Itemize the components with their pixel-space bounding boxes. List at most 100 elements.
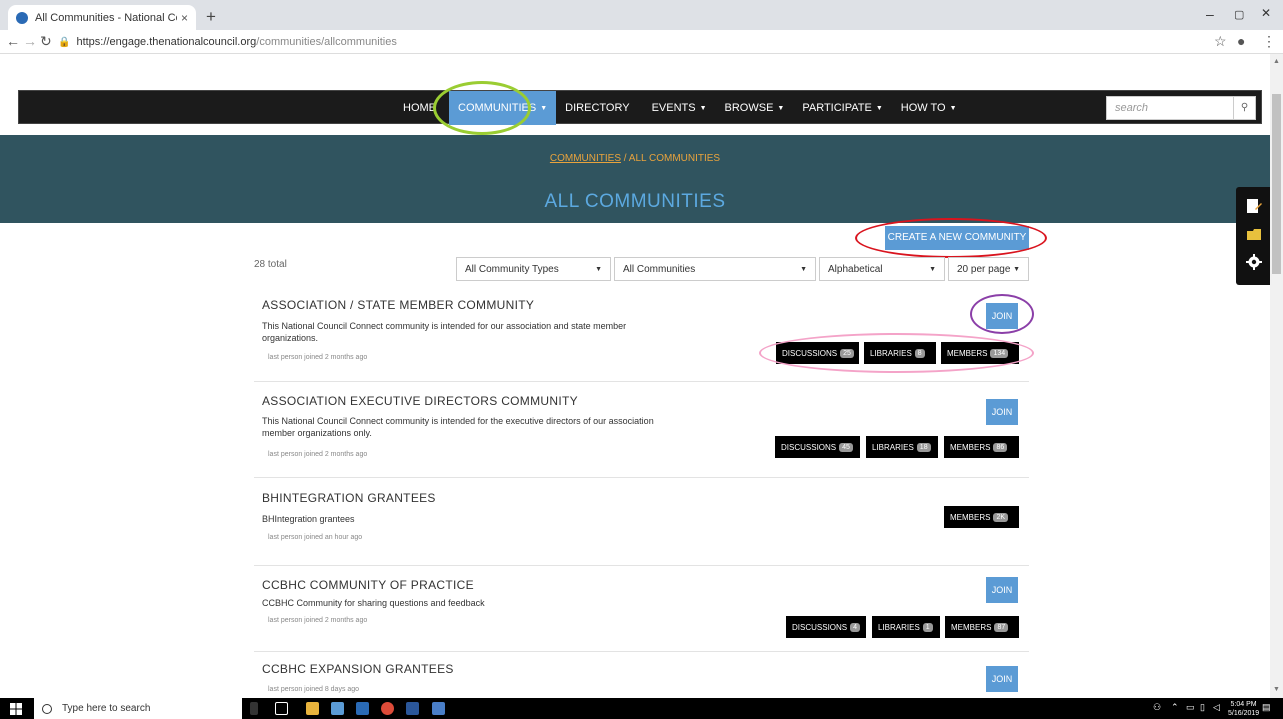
file-explorer-icon[interactable] bbox=[306, 702, 319, 715]
scroll-down-icon[interactable]: ▼ bbox=[1273, 686, 1280, 693]
edit-note-icon[interactable] bbox=[1245, 197, 1263, 215]
microphone-icon[interactable] bbox=[250, 702, 258, 715]
nav-label: PARTICIPATE bbox=[802, 102, 872, 114]
people-icon[interactable]: ⚇ bbox=[1153, 702, 1161, 713]
dropdown-arrow-icon: ▼ bbox=[595, 265, 602, 273]
search-icon[interactable]: ⚲ bbox=[1233, 97, 1255, 119]
clock-date: 5/16/2019 bbox=[1228, 710, 1260, 717]
community-title[interactable]: CCBHC COMMUNITY OF PRACTICE bbox=[262, 578, 474, 592]
forward-icon[interactable]: → bbox=[23, 33, 37, 49]
back-icon[interactable]: ← bbox=[6, 33, 20, 49]
url-field[interactable]: 🔒 https://engage.thenationalcouncil.org /… bbox=[58, 33, 1198, 51]
browser-tab-strip: All Communities - National Cour × + – ▢ … bbox=[0, 0, 1283, 30]
caret-icon: ▼ bbox=[949, 104, 957, 112]
stat-count: 8 bbox=[914, 348, 925, 358]
community-title[interactable]: CCBHC EXPANSION GRANTEES bbox=[262, 662, 454, 676]
members-stat[interactable]: MEMBERS 86 bbox=[944, 436, 1019, 458]
search-placeholder: search bbox=[1115, 102, 1149, 114]
address-bar: ← → ↻ 🔒 https://engage.thenationalcounci… bbox=[0, 30, 1283, 54]
tab-close-icon[interactable]: × bbox=[181, 11, 188, 25]
caret-icon: ▼ bbox=[699, 104, 707, 112]
battery-icon[interactable]: ▯ bbox=[1200, 702, 1205, 713]
select-value: All Community Types bbox=[465, 263, 559, 275]
nav-how-to[interactable]: HOW TO ▼ bbox=[892, 91, 966, 125]
volume-icon[interactable]: ◁ bbox=[1213, 702, 1220, 713]
bookmark-star-icon[interactable]: ☆ bbox=[1214, 33, 1227, 50]
task-view-icon[interactable] bbox=[275, 702, 288, 715]
nav-label: EVENTS bbox=[651, 102, 696, 114]
community-title[interactable]: ASSOCIATION EXECUTIVE DIRECTORS COMMUNIT… bbox=[262, 394, 578, 408]
community-title[interactable]: ASSOCIATION / STATE MEMBER COMMUNITY bbox=[262, 298, 534, 312]
taskbar-search-box[interactable]: Type here to search bbox=[34, 698, 242, 719]
nav-directory[interactable]: DIRECTORY bbox=[556, 91, 642, 125]
total-count: 28 total bbox=[254, 259, 287, 270]
discussions-stat[interactable]: DISCUSSIONS 45 bbox=[775, 436, 860, 458]
close-window-icon[interactable]: ✕ bbox=[1261, 6, 1271, 20]
community-item: BHINTEGRATION GRANTEES BHIntegration gra… bbox=[254, 478, 1029, 566]
community-title[interactable]: BHINTEGRATION GRANTEES bbox=[262, 491, 436, 505]
windows-start-icon[interactable] bbox=[10, 703, 22, 715]
libraries-stat[interactable]: LIBRARIES 8 bbox=[864, 342, 936, 364]
nav-label: DIRECTORY bbox=[565, 102, 630, 114]
dropdown-arrow-icon: ▼ bbox=[1013, 265, 1020, 273]
nav-home[interactable]: HOME bbox=[394, 91, 449, 125]
scroll-up-icon[interactable]: ▲ bbox=[1273, 58, 1280, 65]
nav-communities[interactable]: COMMUNITIES ▼ bbox=[449, 91, 557, 125]
network-icon[interactable]: ▭ bbox=[1186, 702, 1195, 713]
stat-count: 18 bbox=[916, 442, 931, 452]
tab-title: All Communities - National Cour bbox=[35, 11, 177, 24]
nav-label: BROWSE bbox=[724, 102, 774, 114]
new-tab-button[interactable]: + bbox=[206, 7, 216, 27]
discussions-stat[interactable]: DISCUSSIONS 25 bbox=[776, 342, 859, 364]
reload-icon[interactable]: ↻ bbox=[40, 33, 52, 50]
breadcrumb-communities-link[interactable]: COMMUNITIES bbox=[550, 153, 621, 164]
community-item: ASSOCIATION EXECUTIVE DIRECTORS COMMUNIT… bbox=[254, 382, 1029, 478]
word-icon[interactable] bbox=[406, 702, 419, 715]
members-stat[interactable]: MEMBERS 134 bbox=[941, 342, 1019, 364]
join-button[interactable]: JOIN bbox=[986, 666, 1018, 692]
libraries-stat[interactable]: LIBRARIES 1 bbox=[872, 616, 940, 638]
nav-browse[interactable]: BROWSE ▼ bbox=[716, 91, 794, 125]
join-button[interactable]: JOIN bbox=[986, 303, 1018, 329]
minimize-icon[interactable]: – bbox=[1206, 6, 1214, 22]
per-page-select[interactable]: 20 per page ▼ bbox=[948, 257, 1029, 281]
create-community-button[interactable]: CREATE A NEW COMMUNITY bbox=[885, 226, 1029, 250]
nav-menu: HOME COMMUNITIES ▼ DIRECTORY EVENTS ▼ BROW… bbox=[394, 91, 966, 125]
nav-label: HOW TO bbox=[900, 102, 946, 114]
outlook-icon[interactable] bbox=[356, 702, 369, 715]
folder-icon[interactable] bbox=[1245, 225, 1263, 243]
join-button[interactable]: JOIN bbox=[986, 577, 1018, 603]
tray-chevron-icon[interactable]: ⌃ bbox=[1171, 702, 1179, 713]
nav-participate[interactable]: PARTICIPATE ▼ bbox=[793, 91, 891, 125]
members-stat[interactable]: MEMBERS 87 bbox=[945, 616, 1019, 638]
profile-icon[interactable]: ● bbox=[1237, 33, 1245, 49]
gear-icon[interactable] bbox=[1245, 253, 1263, 271]
system-clock[interactable]: 5:04 PM 5/16/2019 bbox=[1228, 700, 1259, 718]
browser-menu-icon[interactable]: ⋮ bbox=[1262, 33, 1276, 50]
join-button[interactable]: JOIN bbox=[986, 399, 1018, 425]
cortana-icon bbox=[42, 703, 52, 714]
community-scope-select[interactable]: All Communities ▼ bbox=[614, 257, 816, 281]
discussions-stat[interactable]: DISCUSSIONS 4 bbox=[786, 616, 866, 638]
breadcrumb: COMMUNITIES / ALL COMMUNITIES bbox=[0, 153, 1270, 164]
community-type-select[interactable]: All Community Types ▼ bbox=[456, 257, 611, 281]
scrollbar-thumb[interactable] bbox=[1272, 94, 1281, 274]
members-stat[interactable]: MEMBERS 2K bbox=[944, 506, 1019, 528]
chrome-icon[interactable] bbox=[381, 702, 394, 715]
browser-tab[interactable]: All Communities - National Cour × bbox=[8, 5, 196, 30]
sort-select[interactable]: Alphabetical ▼ bbox=[819, 257, 945, 281]
nav-label: HOME bbox=[403, 102, 436, 114]
taskbar-search-placeholder: Type here to search bbox=[62, 703, 151, 714]
stat-count: 134 bbox=[990, 348, 1009, 358]
app-icon-1[interactable] bbox=[331, 702, 344, 715]
community-last-joined: last person joined an hour ago bbox=[268, 534, 363, 541]
libraries-stat[interactable]: LIBRARIES 18 bbox=[866, 436, 938, 458]
url-path: /communities/allcommunities bbox=[256, 36, 397, 48]
page-scrollbar[interactable]: ▲ ▼ bbox=[1270, 54, 1283, 698]
maximize-icon[interactable]: ▢ bbox=[1234, 8, 1244, 21]
app-icon-2[interactable] bbox=[432, 702, 445, 715]
notifications-icon[interactable]: ▤ bbox=[1262, 702, 1271, 713]
stat-label: MEMBERS bbox=[950, 442, 991, 452]
nav-events[interactable]: EVENTS ▼ bbox=[643, 91, 716, 125]
site-search-input[interactable]: search ⚲ bbox=[1106, 96, 1256, 120]
